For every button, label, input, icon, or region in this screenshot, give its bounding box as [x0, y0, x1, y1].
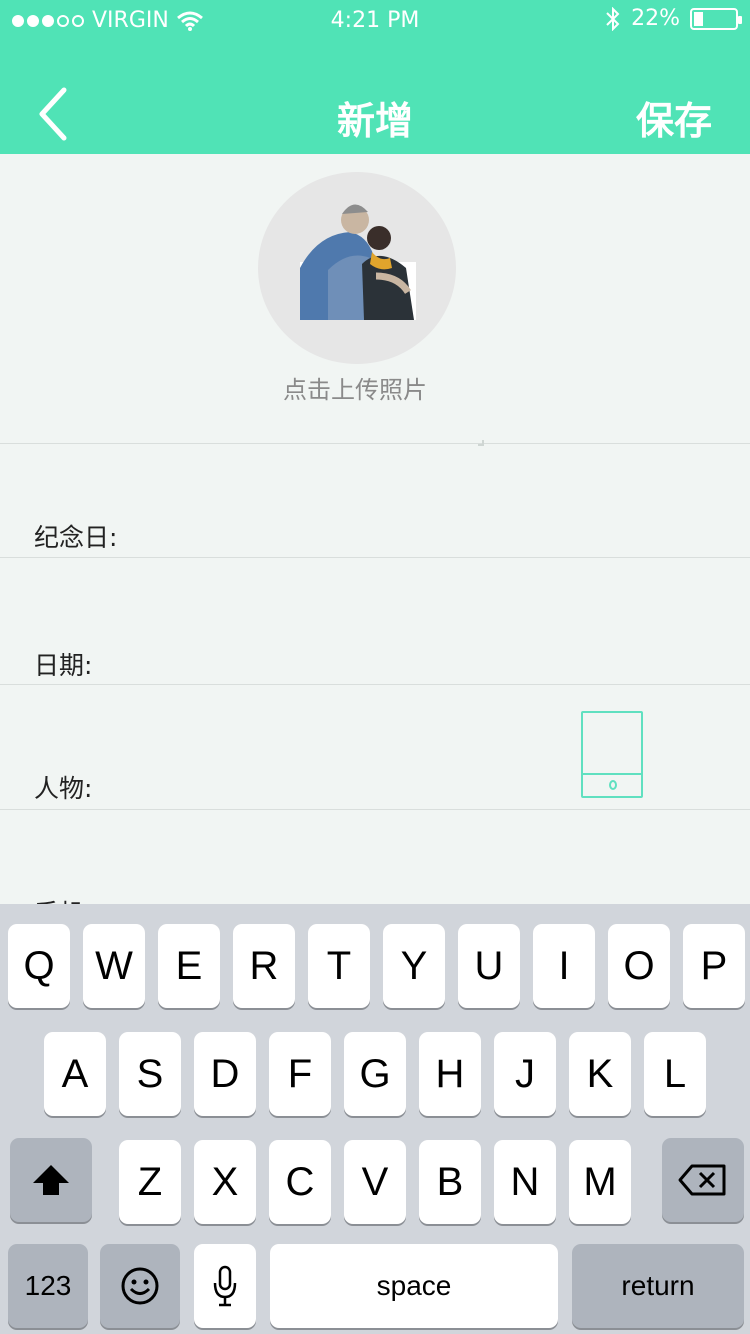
microphone-icon — [213, 1265, 237, 1307]
photo-upload-section: 点击上传照片 — [0, 154, 750, 446]
emoji-icon — [121, 1267, 159, 1305]
backspace-icon — [678, 1164, 726, 1196]
key-n[interactable]: N — [494, 1140, 556, 1224]
key-i[interactable]: I — [533, 924, 595, 1008]
key-y[interactable]: Y — [383, 924, 445, 1008]
key-b[interactable]: B — [419, 1140, 481, 1224]
status-bar: VIRGIN 4:21 PM 22% — [0, 0, 750, 40]
app-header: VIRGIN 4:21 PM 22% 新增 保存 — [0, 0, 750, 154]
contacts-phone-icon[interactable] — [581, 711, 643, 798]
photo-upload-avatar[interactable] — [258, 172, 456, 364]
numbers-key[interactable]: 123 — [8, 1244, 88, 1328]
key-m[interactable]: M — [569, 1140, 631, 1224]
return-key[interactable]: return — [572, 1244, 744, 1328]
key-e[interactable]: E — [158, 924, 220, 1008]
key-q[interactable]: Q — [8, 924, 70, 1008]
save-button[interactable]: 保存 — [636, 90, 712, 145]
key-z[interactable]: Z — [119, 1140, 181, 1224]
key-r[interactable]: R — [233, 924, 295, 1008]
key-l[interactable]: L — [644, 1032, 706, 1116]
nav-bar: 新增 保存 — [0, 76, 750, 156]
keyboard: 123 space return QWERTYUIOP ASDFGHJKL ZXCV… — [0, 904, 750, 1334]
date-row[interactable]: 日期: — [0, 558, 750, 685]
couple-photo — [300, 204, 416, 320]
status-right: 22% — [605, 6, 742, 31]
key-j[interactable]: J — [494, 1032, 556, 1116]
upload-photo-label: 点击上传照片 — [283, 376, 427, 404]
key-u[interactable]: U — [458, 924, 520, 1008]
emoji-key[interactable] — [100, 1244, 180, 1328]
key-g[interactable]: G — [344, 1032, 406, 1116]
date-input[interactable] — [140, 638, 730, 682]
key-o[interactable]: O — [608, 924, 670, 1008]
key-w[interactable]: W — [83, 924, 145, 1008]
key-k[interactable]: K — [569, 1032, 631, 1116]
date-label: 日期: — [34, 651, 93, 680]
key-h[interactable]: H — [419, 1032, 481, 1116]
anniversary-input[interactable] — [140, 510, 730, 554]
key-d[interactable]: D — [194, 1032, 256, 1116]
space-key[interactable]: space — [270, 1244, 558, 1328]
key-x[interactable]: X — [194, 1140, 256, 1224]
person-label: 人物: — [34, 774, 93, 803]
bluetooth-icon — [606, 6, 620, 31]
key-c[interactable]: C — [269, 1140, 331, 1224]
backspace-key[interactable] — [662, 1138, 744, 1222]
key-v[interactable]: V — [344, 1140, 406, 1224]
key-s[interactable]: S — [119, 1032, 181, 1116]
shift-icon — [33, 1165, 69, 1195]
anniversary-row[interactable]: 纪念日: — [0, 444, 750, 558]
microphone-key[interactable] — [194, 1244, 256, 1328]
anniversary-label: 纪念日: — [34, 523, 118, 552]
battery-icon — [690, 7, 742, 30]
key-p[interactable]: P — [683, 924, 745, 1008]
key-t[interactable]: T — [308, 924, 370, 1008]
battery-percent: 22% — [631, 6, 680, 31]
key-a[interactable]: A — [44, 1032, 106, 1116]
shift-key[interactable] — [10, 1138, 92, 1222]
key-f[interactable]: F — [269, 1032, 331, 1116]
